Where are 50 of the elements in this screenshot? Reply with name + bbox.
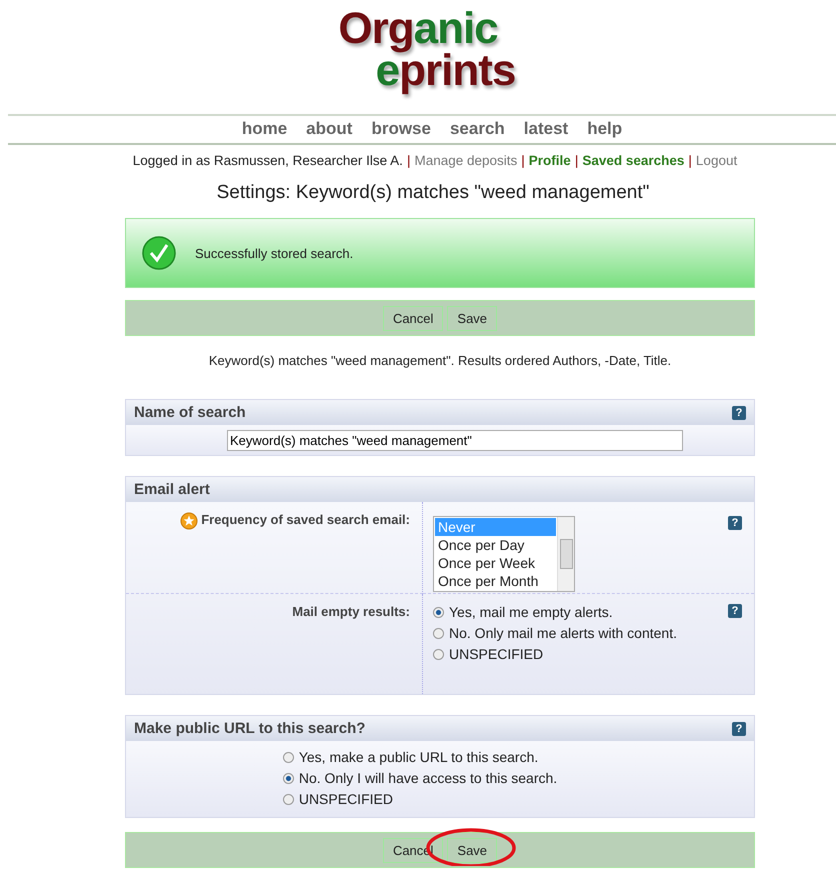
search-summary: Keyword(s) matches "weed management". Results ordered Authors, -Date, Title. [208, 353, 672, 368]
form-button[interactable]: Cancel [382, 306, 444, 330]
nav-link[interactable]: home [242, 119, 288, 139]
checkmark-icon [141, 235, 177, 271]
search-name-field[interactable]: Keyword(s) matches "weed management" [227, 430, 683, 451]
separator-text: | [406, 153, 410, 168]
separator-text: | [688, 153, 692, 168]
radio-label: No. Only I will have access to this search. [298, 770, 558, 786]
form-button[interactable]: Save [447, 838, 498, 862]
nav-link[interactable]: search [450, 119, 505, 139]
radio-button[interactable] [433, 648, 444, 660]
frequency-listbox[interactable]: Never Once per Day Once per Week Once per Month [433, 516, 575, 592]
separator-text: | [574, 153, 578, 168]
radio-label: UNSPECIFIED [449, 646, 544, 662]
success-message: Successfully stored search. [195, 246, 354, 260]
user-link[interactable]: Profile [528, 153, 571, 168]
help-icon[interactable]: ? [732, 406, 746, 420]
radio-label: No. Only mail me alerts with content. [449, 625, 677, 641]
help-icon[interactable]: ? [728, 604, 742, 618]
radio-label: UNSPECIFIED [298, 791, 393, 807]
separator-text: | [521, 153, 525, 168]
list-option[interactable]: Once per Day [435, 536, 556, 554]
field-label: Frequency of saved search email: [201, 512, 410, 527]
section-title: Name of search [134, 404, 246, 421]
list-option[interactable]: Once per Month [435, 572, 556, 590]
radio-label: Yes, make a public URL to this search. [298, 749, 538, 765]
logo-text: Organic [338, 8, 498, 50]
user-link[interactable]: Saved searches [582, 153, 684, 168]
radio-button[interactable] [282, 752, 294, 762]
radio-button[interactable] [282, 772, 294, 784]
radio-button[interactable] [282, 794, 294, 804]
help-icon[interactable]: ? [728, 516, 742, 530]
radio-button[interactable] [433, 628, 444, 638]
nav-link[interactable]: about [306, 119, 352, 139]
nav-link[interactable]: browse [371, 119, 431, 139]
section-title: Email alert [134, 481, 210, 498]
nav-link[interactable]: latest [524, 119, 568, 139]
help-icon[interactable]: ? [732, 722, 746, 736]
page-title: Settings: Keyword(s) matches "weed management" [216, 182, 650, 204]
scrollbar[interactable] [557, 517, 574, 591]
login-status: Logged in as Rasmussen, Researcher Ilse A. [132, 153, 403, 168]
nav-link[interactable]: help [587, 119, 622, 139]
field-label: Mail empty results: [292, 604, 410, 619]
radio-label: Yes, mail me empty alerts. [449, 604, 613, 620]
user-link[interactable]: Logout [696, 153, 738, 168]
list-option[interactable]: Once per Week [435, 554, 556, 572]
user-link[interactable]: Manage deposits [414, 153, 518, 168]
form-button[interactable]: Save [447, 306, 498, 330]
section-title: Make public URL to this search? [134, 720, 366, 737]
radio-button[interactable] [433, 606, 444, 618]
